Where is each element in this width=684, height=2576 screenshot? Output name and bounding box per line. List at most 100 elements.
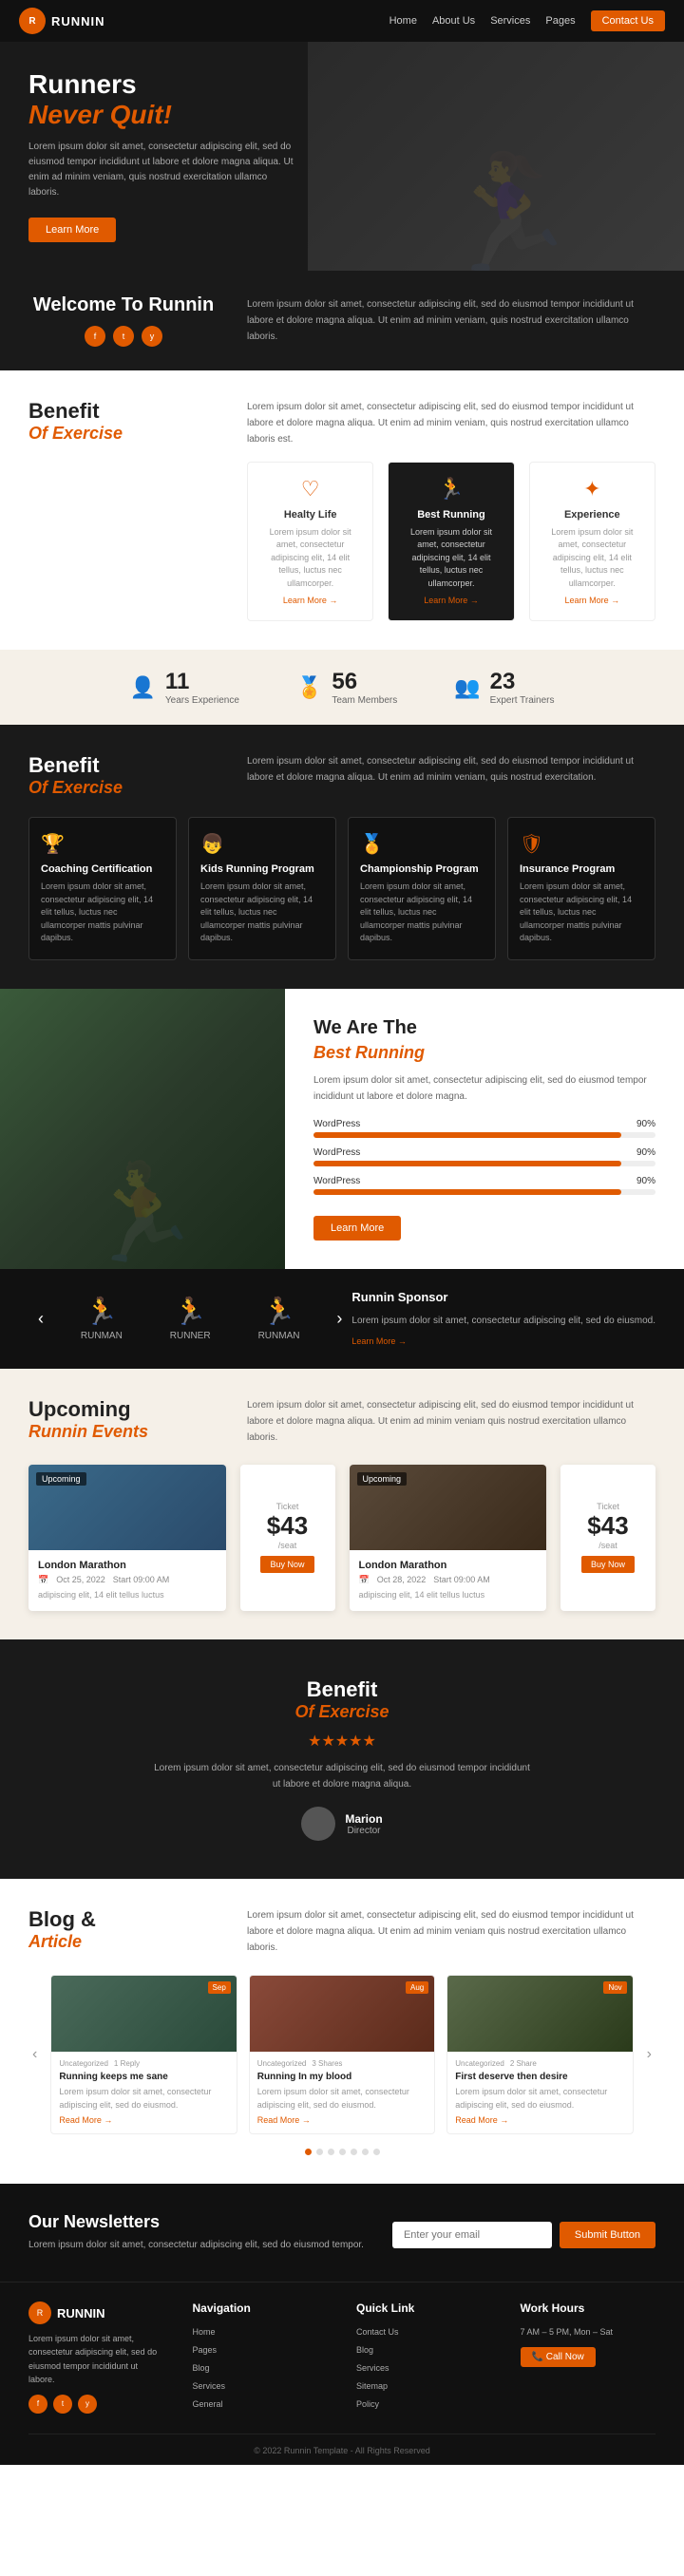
card-link-healthy[interactable]: Learn More → (283, 596, 338, 605)
newsletter-left: Our Newsletters Lorem ipsum dolor sit am… (28, 2212, 364, 2253)
sponsor-next-arrow[interactable]: › (327, 1309, 352, 1329)
facebook-icon[interactable]: f (85, 326, 105, 347)
event-title-2: London Marathon (359, 1560, 538, 1571)
footer-call-button[interactable]: 📞 Call Now (521, 2347, 596, 2367)
skill-track-3 (314, 1189, 656, 1195)
author-avatar (301, 1807, 335, 1841)
stat-team: 🏅 56 Team Members (296, 669, 397, 706)
blog-body-3: Uncategorized 2 Share First deserve then… (447, 2052, 632, 2133)
event-text-2: adipiscing elit, 14 elit tellus luctus (359, 1589, 538, 1602)
blog-post-text-1: Lorem ipsum dolor sit amet, consectetur … (59, 2086, 228, 2112)
nav-contact-button[interactable]: Contact Us (591, 10, 665, 31)
blog-read-more-3[interactable]: Read More → (455, 2115, 508, 2125)
nav-pages[interactable]: Pages (545, 15, 575, 27)
championship-icon: 🏅 (360, 832, 484, 856)
benefit2-card-championship: 🏅 Championship Program Lorem ipsum dolor… (348, 817, 496, 960)
blog-category-1: Uncategorized (59, 2059, 108, 2068)
footer-about-col: R RUNNIN Lorem ipsum dolor sit amet, con… (28, 2301, 164, 2415)
dot-1[interactable] (305, 2149, 312, 2155)
sponsor-item-2: 🏃 RUNNER (170, 1296, 211, 1341)
hero-cta-button[interactable]: Learn More (28, 218, 116, 242)
benefit2-title-block: Benefit Of Exercise (28, 753, 218, 798)
newsletter-section: Our Newsletters Lorem ipsum dolor sit am… (0, 2184, 684, 2282)
events-title: Upcoming (28, 1397, 218, 1422)
nav-services[interactable]: Services (490, 15, 530, 27)
skills-text: Lorem ipsum dolor sit amet, consectetur … (314, 1072, 656, 1105)
dot-6[interactable] (362, 2149, 369, 2155)
blog-read-more-2[interactable]: Read More → (257, 2115, 311, 2125)
event-date-icon: 📅 (38, 1575, 48, 1585)
footer-grid: R RUNNIN Lorem ipsum dolor sit amet, con… (28, 2301, 656, 2415)
card-link-experience[interactable]: Learn More → (565, 596, 620, 605)
event-time-1: Start 09:00 AM (113, 1575, 170, 1585)
skills-cta-button[interactable]: Learn More (314, 1216, 401, 1241)
event-label-1: Upcoming (36, 1472, 86, 1486)
nav-about[interactable]: About Us (432, 15, 475, 27)
ticket-card-1: Ticket $43 /seat Buy Now (240, 1465, 335, 1612)
skill-bar-1: WordPress 90% (314, 1119, 656, 1138)
footer-quick-sitemap[interactable]: Sitemap (356, 2381, 388, 2391)
footer-nav-blog[interactable]: Blog (193, 2363, 210, 2373)
heart-icon: ♡ (259, 477, 361, 502)
nav-logo[interactable]: R RUNNIN (19, 8, 105, 34)
dot-4[interactable] (339, 2149, 346, 2155)
footer-nav-services[interactable]: Services (193, 2381, 226, 2391)
footer-nav-pages[interactable]: Pages (193, 2345, 218, 2355)
blog-read-more-1[interactable]: Read More → (59, 2115, 112, 2125)
hero-text: Lorem ipsum dolor sit amet, consectetur … (28, 140, 294, 200)
skill-fill-1 (314, 1132, 621, 1138)
footer-nav-general[interactable]: General (193, 2399, 223, 2409)
footer-quick-blog[interactable]: Blog (356, 2345, 373, 2355)
dot-5[interactable] (351, 2149, 357, 2155)
footer-quick-policy[interactable]: Policy (356, 2399, 379, 2409)
benefit2-title: Benefit (28, 753, 218, 778)
ticket-buy-button-1[interactable]: Buy Now (260, 1556, 314, 1573)
blog-body-1: Uncategorized 1 Reply Running keeps me s… (51, 2052, 236, 2133)
blog-post-text-2: Lorem ipsum dolor sit amet, consectetur … (257, 2086, 427, 2112)
events-title-block: Upcoming Runnin Events (28, 1397, 218, 1446)
hero-title: Runners (28, 70, 294, 100)
footer-facebook-icon[interactable]: f (28, 2395, 48, 2414)
event-image-2: Upcoming (350, 1465, 547, 1550)
sponsor-link[interactable]: Learn More → (352, 1335, 407, 1348)
benefit-section-2: Benefit Of Exercise Lorem ipsum dolor si… (0, 725, 684, 989)
blog-cards: Sep Uncategorized 1 Reply Running keeps … (50, 1975, 633, 2134)
runner-silhouette: 🏃‍♀️ (437, 157, 579, 271)
event-label-2: Upcoming (357, 1472, 408, 1486)
blog-next-arrow[interactable]: › (643, 2042, 656, 2067)
dot-3[interactable] (328, 2149, 334, 2155)
runner-figure: 🏃 (84, 1158, 202, 1269)
blog-image-2: Aug (250, 1976, 434, 2052)
ticket-buy-button-2[interactable]: Buy Now (581, 1556, 635, 1573)
sponsor-name-2: RUNNER (170, 1331, 211, 1341)
events-header: Upcoming Runnin Events Lorem ipsum dolor… (28, 1397, 656, 1446)
card-text-experience: Lorem ipsum dolor sit amet, consectetur … (542, 526, 643, 591)
copyright-text: © 2022 Runnin Template - All Rights Rese… (254, 2446, 430, 2455)
hero-runner-image: 🏃‍♀️ (437, 51, 665, 271)
benefit2-card-kids: 👦 Kids Running Program Lorem ipsum dolor… (188, 817, 336, 960)
dot-7[interactable] (373, 2149, 380, 2155)
blog-desc: Lorem ipsum dolor sit amet, consectetur … (247, 1907, 656, 1956)
event-content-1: London Marathon 📅 Oct 25, 2022 Start 09:… (28, 1550, 226, 1612)
blog-comments-3: 2 Share (510, 2059, 537, 2068)
twitter-icon[interactable]: t (113, 326, 134, 347)
card-link-running[interactable]: Learn More → (424, 596, 479, 605)
footer-quick-services[interactable]: Services (356, 2363, 390, 2373)
sponsor-prev-arrow[interactable]: ‹ (28, 1309, 53, 1329)
footer-quick-contact[interactable]: Contact Us (356, 2327, 399, 2337)
skill-label-2: WordPress 90% (314, 1147, 656, 1158)
nav-home[interactable]: Home (390, 15, 417, 27)
footer-twitter-icon[interactable]: t (53, 2395, 72, 2414)
youtube-icon[interactable]: y (142, 326, 162, 347)
dot-2[interactable] (316, 2149, 323, 2155)
footer-logo: R RUNNIN (28, 2301, 164, 2324)
newsletter-email-input[interactable] (392, 2222, 552, 2248)
footer-youtube-icon[interactable]: y (78, 2395, 97, 2414)
newsletter-submit-button[interactable]: Submit Button (560, 2222, 656, 2248)
sponsor-title: Runnin Sponsor (352, 1288, 656, 1308)
benefit1-subtitle: Of Exercise (28, 424, 218, 444)
footer-nav-home[interactable]: Home (193, 2327, 216, 2337)
sponsor-icon-2: 🏃 (170, 1296, 211, 1327)
blog-image-3: Nov (447, 1976, 632, 2052)
blog-prev-arrow[interactable]: ‹ (28, 2042, 41, 2067)
